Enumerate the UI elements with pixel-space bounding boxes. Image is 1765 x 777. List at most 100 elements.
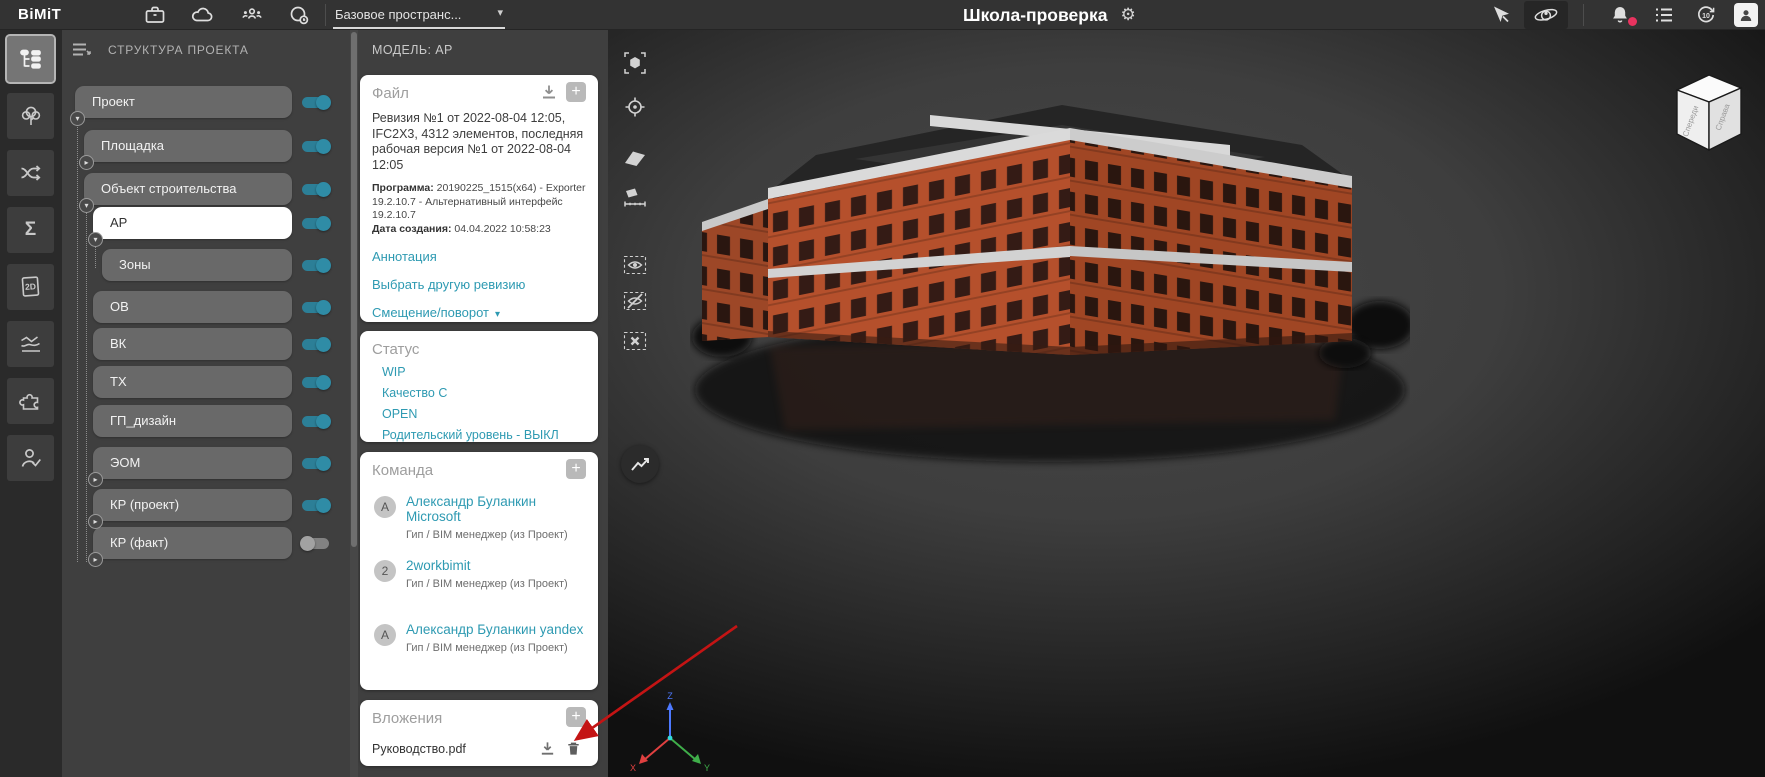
locate-target-icon[interactable] — [622, 94, 648, 120]
choose-revision-link[interactable]: Выбрать другую ревизию — [372, 277, 586, 292]
add-file-button[interactable]: + — [566, 82, 586, 102]
sidebar-item-plugins-puzzle[interactable] — [7, 378, 54, 424]
axis-x-label: X — [630, 763, 636, 773]
visibility-toggle[interactable] — [302, 538, 329, 549]
sidebar-item-clash-shuffle[interactable] — [7, 150, 54, 196]
tree-item-pill[interactable]: Проект — [75, 86, 292, 118]
sidebar-item-user-check[interactable] — [7, 435, 54, 481]
sidebar-item-site-tree[interactable] — [7, 93, 54, 139]
tree-item-pill[interactable]: ГП_дизайн — [93, 405, 292, 437]
tree-item-pill[interactable]: КР (факт) — [93, 527, 292, 559]
analytics-trend-button[interactable] — [621, 445, 659, 483]
tree-item-gp: ГП_дизайн — [62, 405, 350, 445]
section-plane-icon[interactable] — [622, 146, 648, 172]
measure-icon[interactable] — [622, 184, 648, 210]
workspace-selector[interactable]: Базовое пространс... ▾ — [333, 4, 505, 26]
expander-icon[interactable]: ▾ — [70, 111, 85, 126]
panel-scrollbar[interactable] — [350, 30, 358, 777]
expander-icon[interactable]: ▾ — [79, 198, 94, 213]
list-menu-icon[interactable] — [1652, 3, 1676, 27]
visibility-toggle[interactable] — [302, 416, 329, 427]
tree-item-th: ТХ — [62, 366, 350, 406]
scrollbar-thumb[interactable] — [351, 32, 357, 547]
sidebar-item-graphs[interactable] — [7, 321, 54, 367]
status-item[interactable]: OPEN — [382, 407, 586, 422]
annotation-link[interactable]: Аннотация — [372, 249, 586, 264]
visibility-toggle[interactable] — [302, 339, 329, 350]
tool-sidebar: Σ 2D — [0, 30, 62, 777]
tree-item-pill[interactable]: Объект строительства — [84, 173, 292, 205]
team-member: 2 2workbimit Гип / BIM менеджер (из Прое… — [372, 558, 586, 608]
offset-rotate-link[interactable]: Смещение/поворот▾ — [372, 305, 586, 320]
visibility-toggle[interactable] — [302, 377, 329, 388]
sidebar-item-structure[interactable] — [7, 36, 54, 82]
bimit-app: BiMiT Базовое пространс... ▾ Школа-прове… — [0, 0, 1765, 777]
structure-panel-title: СТРУКТУРА ПРОЕКТА — [108, 43, 249, 57]
expander-icon[interactable]: ▸ — [88, 472, 103, 487]
status-card-label: Статус — [372, 341, 419, 358]
viewport-3d[interactable]: Спереди Справа Z X Y — [608, 30, 1765, 777]
workspace-selector-value: Базовое пространс... — [335, 7, 461, 22]
project-title: Школа-проверка — [963, 5, 1107, 26]
status-item[interactable]: Качество С — [382, 386, 586, 401]
tree-item-site: Площадка▸ — [62, 130, 350, 170]
download-icon[interactable] — [540, 83, 558, 101]
member-name-link[interactable]: 2workbimit — [406, 558, 586, 573]
visibility-toggle[interactable] — [302, 500, 329, 511]
tree-item-pill[interactable]: КР (проект) — [93, 489, 292, 521]
file-meta: Программа: 20190225_1515(x64) - Exporter… — [372, 182, 586, 236]
member-name-link[interactable]: Александр Буланкин Microsoft — [406, 494, 586, 524]
download-icon[interactable] — [539, 740, 556, 757]
visibility-toggle[interactable] — [302, 184, 329, 195]
member-role: Гип / BIM менеджер (из Проект) — [406, 642, 586, 654]
file-card: Файл + Ревизия №1 от 2022-08-04 12:05, I… — [360, 75, 598, 322]
view-cube[interactable]: Спереди Справа — [1669, 66, 1749, 158]
visibility-toggle[interactable] — [302, 97, 329, 108]
add-member-button[interactable]: + — [566, 459, 586, 479]
orbit-tool-button[interactable] — [1524, 1, 1568, 29]
visibility-toggle[interactable] — [302, 218, 329, 229]
show-selected-eye-icon[interactable] — [622, 252, 648, 278]
user-avatar[interactable] — [1734, 3, 1758, 27]
expander-icon[interactable]: ▾ — [88, 232, 103, 247]
expander-icon[interactable]: ▸ — [88, 552, 103, 567]
clear-selection-icon[interactable] — [622, 328, 648, 354]
expander-icon[interactable]: ▸ — [88, 514, 103, 529]
tree-item-pill[interactable]: ВК — [93, 328, 292, 360]
projects-briefcase-icon[interactable] — [143, 3, 167, 27]
tree-item-pill[interactable]: ОВ — [93, 291, 292, 323]
history-icon[interactable]: 10 — [1694, 3, 1718, 27]
visibility-toggle[interactable] — [302, 302, 329, 313]
sidebar-item-2d-docs[interactable]: 2D — [7, 264, 54, 310]
svg-text:2D: 2D — [24, 281, 36, 292]
tree-item-zones: Зоны — [62, 249, 350, 289]
team-member: A Александр Буланкин yandex Гип / BIM ме… — [372, 622, 586, 672]
team-users-icon[interactable] — [240, 3, 264, 27]
workspace-underline — [333, 27, 505, 29]
status-item[interactable]: WIP — [382, 365, 586, 380]
hide-selected-eye-off-icon[interactable] — [622, 288, 648, 314]
expander-icon[interactable]: ▸ — [79, 155, 94, 170]
tree-item-eom: ЭОМ▸ — [62, 447, 350, 487]
focus-selection-icon[interactable] — [622, 50, 648, 76]
tree-item-pill[interactable]: ТХ — [93, 366, 292, 398]
building-model[interactable] — [690, 85, 1410, 525]
tree-item-kr-fact: КР (факт)▸ — [62, 527, 350, 567]
trash-icon[interactable] — [565, 740, 582, 757]
visibility-toggle[interactable] — [302, 260, 329, 271]
select-cursor-icon[interactable] — [1489, 3, 1513, 27]
sidebar-item-sum[interactable]: Σ — [7, 207, 54, 253]
cloud-icon[interactable] — [190, 3, 214, 27]
project-settings-gear-icon[interactable]: ⚙ — [1120, 3, 1135, 27]
tree-item-pill[interactable]: Площадка — [84, 130, 292, 162]
tree-item-pill[interactable]: АР — [93, 207, 292, 239]
tree-item-pill[interactable]: ЭОМ — [93, 447, 292, 479]
sort-icon[interactable] — [72, 42, 92, 58]
member-name-link[interactable]: Александр Буланкин yandex — [406, 622, 586, 637]
visibility-toggle[interactable] — [302, 141, 329, 152]
tree-item-pill[interactable]: Зоны — [102, 249, 292, 281]
versions-clock-icon[interactable] — [287, 3, 311, 27]
status-item[interactable]: Родительский уровень - ВЫКЛ — [382, 428, 586, 443]
visibility-toggle[interactable] — [302, 458, 329, 469]
add-attachment-button[interactable]: + — [566, 707, 586, 727]
